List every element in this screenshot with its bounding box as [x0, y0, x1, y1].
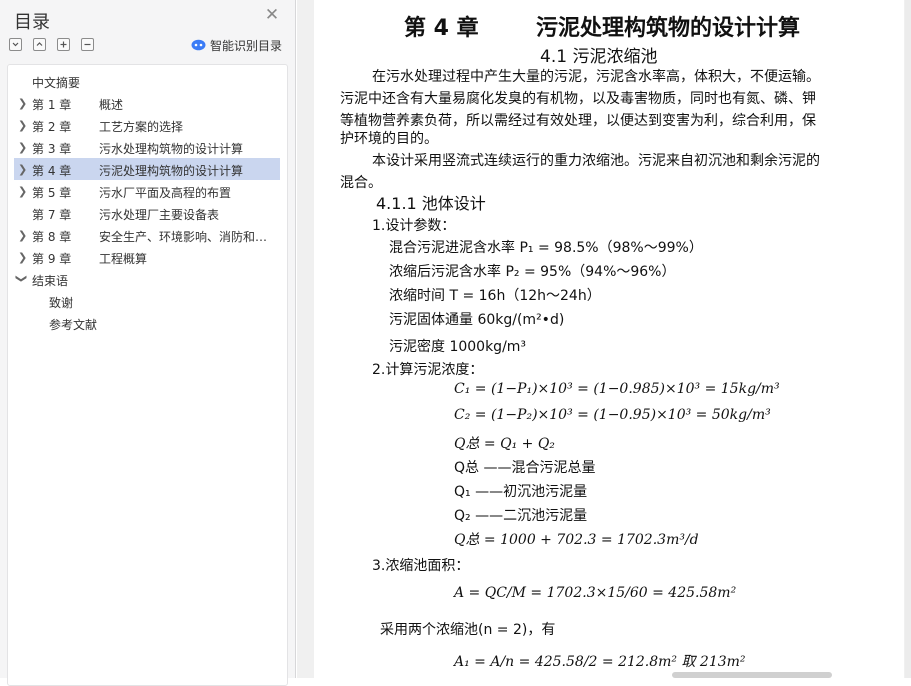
chapter-number: 第 4 章 — [404, 16, 479, 41]
collapse-all-icon[interactable] — [9, 38, 22, 51]
chevron-right-icon[interactable]: ❯ — [18, 119, 28, 132]
formula-note: Q总 ——混合污泥总量 — [454, 460, 596, 476]
remove-heading-icon[interactable] — [81, 38, 94, 51]
add-heading-icon[interactable] — [57, 38, 70, 51]
toc-item-thanks[interactable]: 致谢 — [14, 290, 280, 312]
ai-icon — [191, 39, 206, 51]
param-line: 污泥密度 1000kg/m³ — [389, 339, 527, 355]
toc-title: 目录 — [14, 12, 50, 33]
toc-item-chapter: 第 7 章 — [32, 208, 72, 222]
formula: Q总 = Q₁ + Q₂ — [454, 436, 555, 452]
toc-item-ch7[interactable]: 第 7 章 污水处理厂主要设备表 — [14, 202, 280, 224]
toc-item-ch9[interactable]: ❯ 第 9 章 工程概算 — [14, 246, 280, 268]
chevron-right-icon[interactable]: ❯ — [18, 97, 28, 110]
paragraph-line: 污泥中还含有大量易腐化发臭的有机物，以及毒害物质，同时也有氮、磷、钾 — [340, 91, 816, 107]
chevron-right-icon[interactable]: ❯ — [18, 229, 28, 242]
step-heading: 2.计算污泥浓度： — [372, 362, 484, 378]
toc-item-ch8[interactable]: ❯ 第 8 章 安全生产、环境影响、消防和… — [14, 224, 280, 246]
toc-item-title: 工程概算 — [99, 252, 148, 266]
formula: A = QC/M = 1702.3×15/60 = 425.58m² — [454, 585, 737, 601]
paragraph-line: 等植物营养素负荷，所以需经过有效处理，以便达到变害为利，综合利用，保 — [340, 113, 816, 129]
formula: Q总 = 1000 + 702.3 = 1702.3m³/d — [454, 532, 699, 548]
step-heading: 3.浓缩池面积： — [372, 558, 470, 574]
formula: C₂ = (1−P₂)×10³ = (1−0.95)×10³ = 50kg/m³ — [454, 407, 771, 423]
toc-item-ch2[interactable]: ❯ 第 2 章 工艺方案的选择 — [14, 114, 280, 136]
param-line: 混合污泥进泥含水率 P₁ = 98.5%（98%～99%） — [389, 240, 703, 256]
toc-item-chapter: 第 1 章 — [32, 98, 72, 112]
toc-item-chapter: 第 4 章 — [32, 164, 72, 178]
toc-item-title: 工艺方案的选择 — [99, 120, 184, 134]
formula-note: Q₂ ——二沉池污泥量 — [454, 508, 588, 524]
toc-item-title: 污水厂平面及高程的布置 — [99, 186, 232, 200]
paragraph-line: 在污水处理过程中产生大量的污泥，污泥含水率高，体积大，不便运输。 — [372, 69, 820, 85]
chevron-right-icon[interactable]: ❯ — [18, 163, 28, 176]
toc-item-chapter: 第 2 章 — [32, 120, 72, 134]
toc-item-conclusion[interactable]: ❯ 结束语 — [14, 268, 280, 290]
chevron-right-icon[interactable]: ❯ — [18, 141, 28, 154]
toc-list: 中文摘要 ❯ 第 1 章 概述 ❯ 第 2 章 工艺方案的选择 ❯ 第 3 章 … — [7, 64, 288, 686]
chevron-right-icon[interactable]: ❯ — [18, 251, 28, 264]
document-view[interactable]: 第 4 章 污泥处理构筑物的设计计算 4.1 污泥浓缩池 在污水处理过程中产生大… — [297, 0, 911, 678]
toc-item-chapter: 第 3 章 — [32, 142, 72, 156]
smart-toc-label: 智能识别目录 — [210, 39, 283, 53]
toc-item-ch1[interactable]: ❯ 第 1 章 概述 — [14, 92, 280, 114]
expand-all-icon[interactable] — [33, 38, 46, 51]
toc-item-title: 污水处理厂主要设备表 — [99, 208, 220, 222]
toc-item-title: 结束语 — [32, 274, 69, 288]
close-icon[interactable]: ✕ — [264, 7, 280, 24]
toc-sidebar: 目录 ✕ 智能识别目录 中文摘要 ❯ 第 1 章 概述 ❯ 第 2 章 工艺方案… — [0, 0, 296, 686]
toc-item-abstract[interactable]: 中文摘要 — [14, 70, 280, 92]
toc-item-title: 安全生产、环境影响、消防和… — [99, 230, 268, 244]
toc-item-title: 致谢 — [49, 296, 74, 310]
step-heading: 1.设计参数： — [372, 218, 456, 234]
toc-item-ch4[interactable]: ❯ 第 4 章 污泥处理构筑物的设计计算 — [14, 158, 280, 180]
paragraph-line: 混合。 — [340, 175, 382, 191]
chapter-title: 污泥处理构筑物的设计计算 — [536, 16, 801, 41]
formula: C₁ = (1−P₁)×10³ = (1−0.985)×10³ = 15kg/m… — [454, 381, 780, 397]
toc-item-title: 污水处理构筑物的设计计算 — [99, 142, 244, 156]
paragraph-line: 本设计采用竖流式连续运行的重力浓缩池。污泥来自初沉池和剩余污泥的 — [372, 153, 820, 169]
toc-item-title: 概述 — [99, 98, 124, 112]
toc-item-chapter: 第 9 章 — [32, 252, 72, 266]
document-page: 第 4 章 污泥处理构筑物的设计计算 4.1 污泥浓缩池 在污水处理过程中产生大… — [314, 0, 904, 678]
toc-item-title: 参考文献 — [49, 318, 98, 332]
param-line: 浓缩后污泥含水率 P₂ = 95%（94%～96%） — [389, 264, 676, 280]
vertical-scrollbar[interactable] — [905, 0, 911, 678]
paragraph-line: 采用两个浓缩池(n = 2)，有 — [380, 622, 556, 638]
toc-item-references[interactable]: 参考文献 — [14, 312, 280, 334]
subsection-title: 4.1.1 池体设计 — [376, 194, 486, 213]
toc-item-title: 中文摘要 — [32, 76, 81, 90]
param-line: 浓缩时间 T = 16h（12h～24h） — [389, 288, 601, 304]
toc-item-ch3[interactable]: ❯ 第 3 章 污水处理构筑物的设计计算 — [14, 136, 280, 158]
chevron-down-icon[interactable]: ❯ — [15, 274, 28, 284]
param-line: 污泥固体通量 60kg/(m²•d) — [389, 312, 565, 328]
toc-item-chapter: 第 5 章 — [32, 186, 72, 200]
formula: A₁ = A/n = 425.58/2 = 212.8m² 取 213m² — [454, 654, 746, 670]
toc-item-chapter: 第 8 章 — [32, 230, 72, 244]
toc-item-ch5[interactable]: ❯ 第 5 章 污水厂平面及高程的布置 — [14, 180, 280, 202]
toc-item-title: 污泥处理构筑物的设计计算 — [99, 164, 244, 178]
horizontal-scrollbar[interactable] — [672, 672, 832, 678]
formula-note: Q₁ ——初沉池污泥量 — [454, 484, 588, 500]
section-title: 4.1 污泥浓缩池 — [540, 47, 658, 67]
chevron-right-icon[interactable]: ❯ — [18, 185, 28, 198]
paragraph-line: 护环境的目的。 — [340, 131, 438, 147]
